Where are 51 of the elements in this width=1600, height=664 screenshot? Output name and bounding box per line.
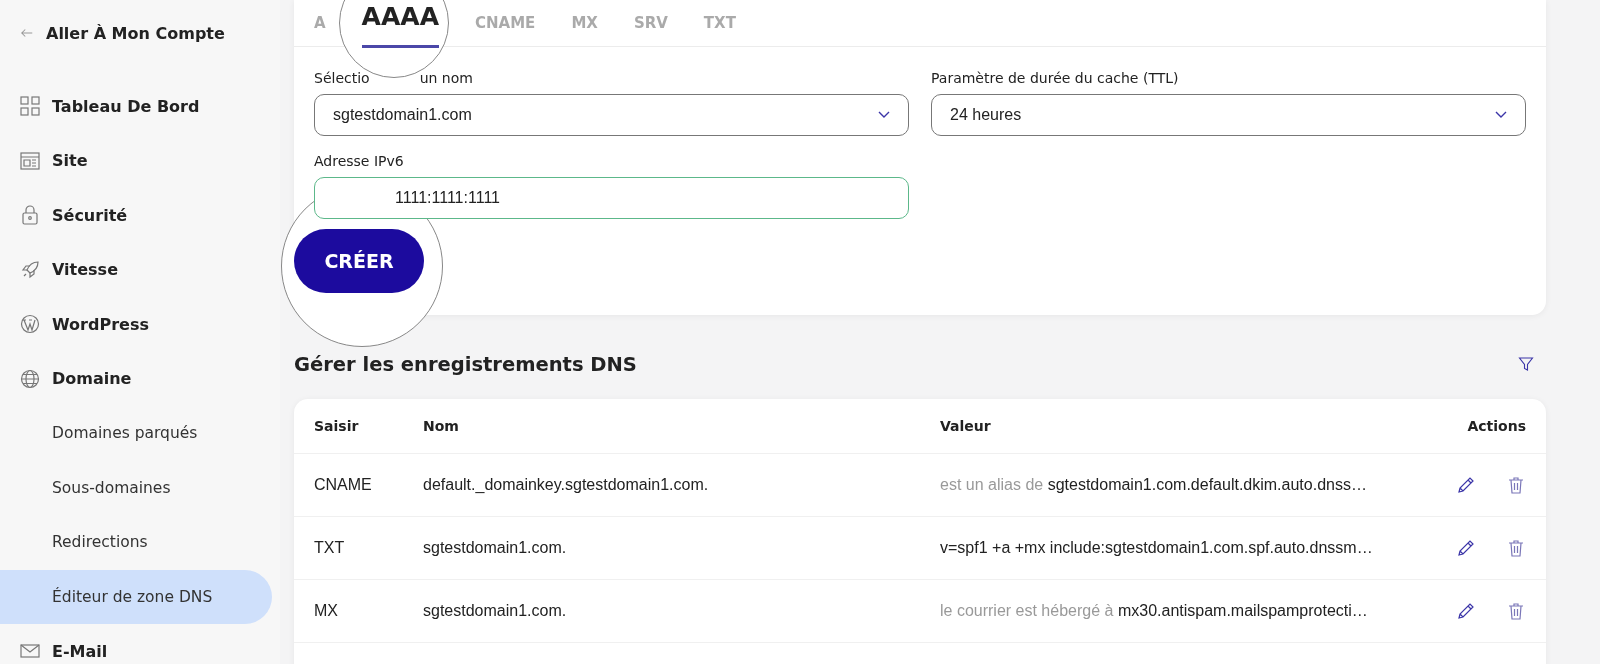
column-header: Valeur bbox=[940, 418, 992, 434]
back-link[interactable]: Aller À Mon Compte bbox=[0, 20, 280, 46]
sidebar-item[interactable]: Vitesse bbox=[0, 242, 280, 297]
name-select[interactable]: sgtestdomain1.com bbox=[314, 94, 909, 136]
column-header: Nom bbox=[423, 418, 460, 434]
sidebar-item[interactable]: Domaine bbox=[0, 351, 280, 406]
table-cell-text: le courrier est hébergé à mx30.antispam.mailspamprotecti… bbox=[940, 602, 1369, 620]
table-cell-text: v=spf1 +a +mx include:sgtestdomain1.com.spf.auto.dnssm… bbox=[940, 539, 1374, 557]
sidebar-item[interactable]: Site bbox=[0, 133, 280, 188]
field-label: Sélectio bbox=[314, 70, 370, 86]
pencil-icon[interactable] bbox=[1456, 538, 1476, 558]
lock-icon bbox=[20, 205, 40, 226]
sidebar-item[interactable]: Tableau De Bord bbox=[0, 79, 280, 134]
table-cell-text: sgtestdomain1.com. bbox=[423, 539, 568, 557]
rocket-icon bbox=[20, 259, 40, 280]
table-cell-text: MX bbox=[314, 602, 339, 620]
grid-icon bbox=[20, 96, 40, 117]
table-cell-text: default._domainkey.sgtestdomain1.com. bbox=[423, 476, 710, 494]
globe-icon bbox=[20, 368, 40, 389]
sidebar-item[interactable]: E-Mail bbox=[0, 624, 280, 664]
sidebar-item[interactable]: Sécurité bbox=[0, 188, 280, 243]
ipv6-input[interactable]: 1111:1111:1111 bbox=[314, 177, 909, 219]
field-label: Adresse IPv6 bbox=[314, 153, 404, 169]
create-button[interactable]: CRÉER bbox=[294, 229, 424, 293]
table-cell-text: TXT bbox=[314, 539, 346, 557]
chevron-down-icon bbox=[878, 111, 890, 119]
section-title: Gérer les enregistrements DNS bbox=[294, 352, 637, 376]
column-header: Actions bbox=[1466, 418, 1526, 434]
table-cell-text: CNAME bbox=[314, 476, 373, 494]
sidebar-subitem[interactable]: Domaines parqués bbox=[0, 406, 272, 461]
field-label: Paramètre de durée du cache (TTL) bbox=[931, 70, 1179, 86]
table-cell-text: est un alias de sgtestdomain1.com.default.dkim.auto.dnss… bbox=[940, 476, 1368, 494]
sidebar-subitem[interactable]: Sous-domaines bbox=[0, 460, 272, 515]
pencil-icon[interactable] bbox=[1456, 475, 1476, 495]
ttl-select[interactable]: 24 heures bbox=[931, 94, 1526, 136]
chevron-down-icon bbox=[1495, 111, 1507, 119]
trash-icon[interactable] bbox=[1506, 475, 1526, 495]
sidebar-subitem[interactable]: Redirections bbox=[0, 515, 272, 570]
arrow-left-icon bbox=[20, 26, 34, 40]
layout-icon bbox=[20, 150, 40, 171]
record-type-tab[interactable]: AAAA bbox=[361, 2, 439, 48]
table-cell-text: sgtestdomain1.com. bbox=[423, 602, 568, 620]
sidebar-item[interactable]: WordPress bbox=[0, 297, 280, 352]
field-label: un nom bbox=[419, 70, 473, 86]
filter-icon[interactable] bbox=[1518, 356, 1534, 372]
column-header: Saisir bbox=[314, 418, 360, 434]
trash-icon[interactable] bbox=[1506, 538, 1526, 558]
wordpress-icon bbox=[20, 314, 40, 335]
trash-icon[interactable] bbox=[1506, 601, 1526, 621]
pencil-icon[interactable] bbox=[1456, 601, 1476, 621]
sidebar-subitem[interactable]: Éditeur de zone DNS bbox=[0, 569, 272, 624]
